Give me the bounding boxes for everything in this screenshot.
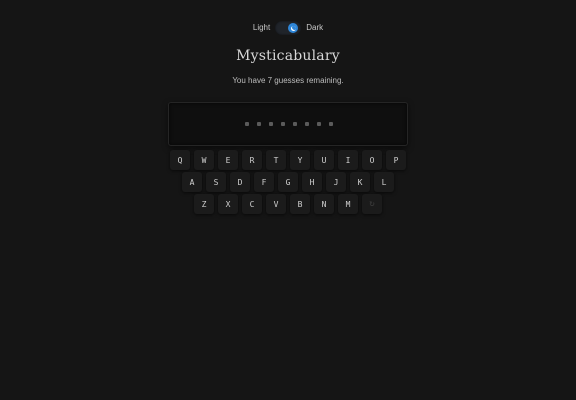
key-f[interactable]: F xyxy=(254,172,274,192)
key-s[interactable]: S xyxy=(206,172,226,192)
keyboard-row: Z X C V B N M ↻ xyxy=(0,194,576,214)
key-g[interactable]: G xyxy=(278,172,298,192)
game-page: Light Dark Mysticabulary You have 7 gues… xyxy=(0,0,576,400)
moon-icon xyxy=(290,25,296,31)
refresh-icon[interactable]: ↻ xyxy=(362,194,382,214)
key-t[interactable]: T xyxy=(266,150,286,170)
key-u[interactable]: U xyxy=(314,150,334,170)
letter-slot xyxy=(293,122,297,126)
key-p[interactable]: P xyxy=(386,150,406,170)
key-i[interactable]: I xyxy=(338,150,358,170)
key-z[interactable]: Z xyxy=(194,194,214,214)
key-b[interactable]: B xyxy=(290,194,310,214)
key-q[interactable]: Q xyxy=(170,150,190,170)
letter-slot xyxy=(281,122,285,126)
keyboard: Q W E R T Y U I O P A S D F G H J K L Z X C V B N M ↻ xyxy=(0,150,576,216)
key-e[interactable]: E xyxy=(218,150,238,170)
guesses-remaining-text: You have 7 guesses remaining. xyxy=(232,76,344,85)
theme-label-dark: Dark xyxy=(306,23,324,32)
key-d[interactable]: D xyxy=(230,172,250,192)
key-l[interactable]: L xyxy=(374,172,394,192)
theme-switch: Light Dark xyxy=(0,21,576,35)
keyboard-row: QWERTYUIOP xyxy=(0,150,576,170)
keyboard-row: ASDFGHJKL xyxy=(0,172,576,192)
key-a[interactable]: A xyxy=(182,172,202,192)
letter-slot xyxy=(269,122,273,126)
key-y[interactable]: Y xyxy=(290,150,310,170)
key-v[interactable]: V xyxy=(266,194,286,214)
key-k[interactable]: K xyxy=(350,172,370,192)
page-title: Mysticabulary xyxy=(236,48,340,64)
word-board xyxy=(168,102,408,146)
theme-toggle[interactable] xyxy=(275,21,302,35)
key-n[interactable]: N xyxy=(314,194,334,214)
key-h[interactable]: H xyxy=(302,172,322,192)
toggle-knob xyxy=(288,23,299,33)
key-j[interactable]: J xyxy=(326,172,346,192)
theme-label-light: Light xyxy=(252,23,271,32)
key-c[interactable]: C xyxy=(242,194,262,214)
letter-slot xyxy=(257,122,261,126)
key-w[interactable]: W xyxy=(194,150,214,170)
key-o[interactable]: O xyxy=(362,150,382,170)
letter-slot xyxy=(305,122,309,126)
letter-slot xyxy=(329,122,333,126)
key-r[interactable]: R xyxy=(242,150,262,170)
letter-slot xyxy=(245,122,249,126)
letter-slot xyxy=(317,122,321,126)
word-slots xyxy=(245,122,333,126)
key-m[interactable]: M xyxy=(338,194,358,214)
key-x[interactable]: X xyxy=(218,194,238,214)
